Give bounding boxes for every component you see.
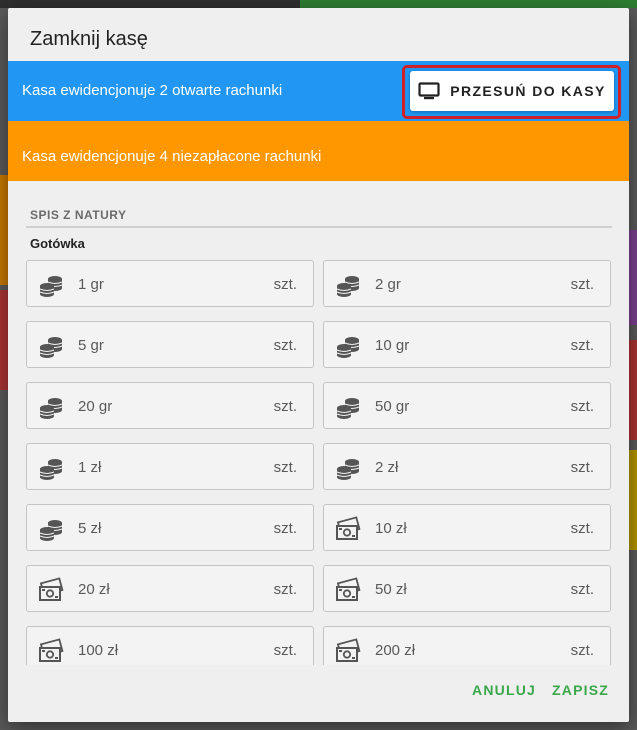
denomination-label: 1 gr bbox=[78, 276, 104, 293]
denomination-field[interactable]: 10 gr szt. bbox=[323, 321, 611, 368]
coins-icon bbox=[335, 272, 361, 298]
denomination-field[interactable]: 1 zł szt. bbox=[26, 443, 314, 490]
background-app-tile bbox=[629, 230, 637, 325]
inventory-scroll-area[interactable]: SPIS Z NATURY Gotówka 1 gr szt. 2 gr szt. 5 … bbox=[8, 181, 629, 665]
denomination-field[interactable]: 10 zł szt. bbox=[323, 504, 611, 551]
banknotes-icon bbox=[38, 577, 64, 603]
unit-suffix: szt. bbox=[570, 459, 594, 476]
dialog-actions: ANULUJ ZAPISZ bbox=[472, 682, 609, 698]
denomination-field[interactable]: 20 gr szt. bbox=[26, 382, 314, 429]
denomination-field[interactable]: 1 gr szt. bbox=[26, 260, 314, 307]
unit-suffix: szt. bbox=[273, 398, 297, 415]
coins-icon bbox=[38, 333, 64, 359]
background-app-tile bbox=[629, 340, 637, 440]
banknotes-icon bbox=[38, 638, 64, 664]
save-button[interactable]: ZAPISZ bbox=[552, 682, 609, 698]
section-divider bbox=[26, 226, 612, 228]
move-to-register-button[interactable]: PRZESUŃ DO KASY bbox=[410, 71, 614, 111]
coins-icon bbox=[38, 272, 64, 298]
denomination-label: 20 gr bbox=[78, 398, 113, 415]
unit-suffix: szt. bbox=[570, 398, 594, 415]
denomination-field[interactable]: 2 zł szt. bbox=[323, 443, 611, 490]
coins-icon bbox=[335, 394, 361, 420]
denomination-field[interactable]: 2 gr szt. bbox=[323, 260, 611, 307]
denomination-field[interactable]: 20 zł szt. bbox=[26, 565, 314, 612]
cash-subheader: Gotówka bbox=[30, 236, 85, 251]
coins-icon bbox=[38, 394, 64, 420]
unit-suffix: szt. bbox=[570, 642, 594, 659]
unit-suffix: szt. bbox=[570, 337, 594, 354]
unit-suffix: szt. bbox=[570, 276, 594, 293]
move-to-register-label: PRZESUŃ DO KASY bbox=[450, 83, 606, 99]
denomination-label: 2 gr bbox=[375, 276, 401, 293]
denomination-field[interactable]: 100 zł szt. bbox=[26, 626, 314, 665]
denomination-field[interactable]: 50 gr szt. bbox=[323, 382, 611, 429]
unit-suffix: szt. bbox=[273, 337, 297, 354]
denomination-label: 20 zł bbox=[78, 581, 110, 598]
denomination-label: 10 gr bbox=[375, 337, 410, 354]
unit-suffix: szt. bbox=[273, 459, 297, 476]
denomination-label: 2 zł bbox=[375, 459, 399, 476]
unpaid-bills-banner: Kasa ewidencjonuje 4 niezapłacone rachun… bbox=[8, 121, 629, 181]
denomination-field[interactable]: 5 gr szt. bbox=[26, 321, 314, 368]
background-app-tile bbox=[629, 450, 637, 550]
section-title: SPIS Z NATURY bbox=[30, 208, 127, 222]
denomination-label: 50 zł bbox=[375, 581, 407, 598]
denomination-field[interactable]: 50 zł szt. bbox=[323, 565, 611, 612]
banknotes-icon bbox=[335, 577, 361, 603]
open-bills-banner: Kasa ewidencjonuje 2 otwarte rachunki PR… bbox=[8, 61, 629, 121]
cancel-button[interactable]: ANULUJ bbox=[472, 682, 536, 698]
unit-suffix: szt. bbox=[273, 642, 297, 659]
denomination-field[interactable]: 200 zł szt. bbox=[323, 626, 611, 665]
coins-icon bbox=[38, 516, 64, 542]
background-app-tile bbox=[300, 0, 637, 8]
denomination-label: 5 zł bbox=[78, 520, 102, 537]
monitor-icon bbox=[418, 82, 440, 100]
coins-icon bbox=[38, 455, 64, 481]
denomination-label: 100 zł bbox=[78, 642, 119, 659]
banknotes-icon bbox=[335, 516, 361, 542]
unit-suffix: szt. bbox=[273, 581, 297, 598]
coins-icon bbox=[335, 455, 361, 481]
denomination-field[interactable]: 5 zł szt. bbox=[26, 504, 314, 551]
unit-suffix: szt. bbox=[570, 520, 594, 537]
unpaid-bills-text: Kasa ewidencjonuje 4 niezapłacone rachun… bbox=[22, 148, 322, 165]
denomination-label: 200 zł bbox=[375, 642, 416, 659]
dialog-title: Zamknij kasę bbox=[30, 28, 148, 50]
background-app-tile bbox=[0, 290, 8, 390]
denomination-label: 5 gr bbox=[78, 337, 104, 354]
denomination-label: 10 zł bbox=[375, 520, 407, 537]
open-bills-text: Kasa ewidencjonuje 2 otwarte rachunki bbox=[22, 82, 283, 99]
background-app-tile bbox=[0, 175, 8, 285]
coins-icon bbox=[335, 333, 361, 359]
unit-suffix: szt. bbox=[570, 581, 594, 598]
denomination-label: 1 zł bbox=[78, 459, 102, 476]
denomination-grid: 1 gr szt. 2 gr szt. 5 gr szt. 10 gr szt. 20 gr sz… bbox=[26, 260, 613, 665]
unit-suffix: szt. bbox=[273, 520, 297, 537]
unit-suffix: szt. bbox=[273, 276, 297, 293]
denomination-label: 50 gr bbox=[375, 398, 410, 415]
banknotes-icon bbox=[335, 638, 361, 664]
close-register-dialog: Zamknij kasę Kasa ewidencjonuje 2 otwart… bbox=[8, 8, 629, 722]
